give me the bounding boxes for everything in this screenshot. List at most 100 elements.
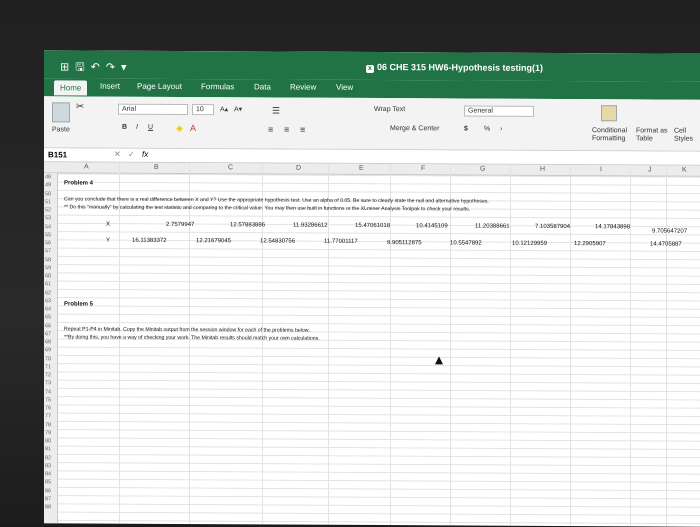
row-header[interactable]: 66 — [45, 323, 51, 329]
label-x[interactable]: X — [106, 222, 110, 228]
row-header[interactable]: 73 — [45, 381, 51, 387]
x-value-cell[interactable]: 12.57883886 — [230, 222, 265, 228]
row-header[interactable]: 60 — [45, 273, 51, 279]
row-header[interactable]: 67 — [45, 331, 51, 337]
row-header[interactable]: 78 — [45, 422, 51, 428]
row-header[interactable]: 64 — [45, 306, 51, 312]
row-header[interactable]: 53 — [45, 216, 51, 222]
percent-button[interactable]: % — [484, 126, 490, 133]
bold-button[interactable]: B — [122, 124, 127, 131]
underline-button[interactable]: U — [148, 124, 153, 131]
row-header[interactable]: 79 — [45, 430, 51, 436]
comma-style-button[interactable]: › — [500, 126, 502, 133]
decrease-font-button[interactable]: A▾ — [234, 105, 242, 113]
formula-confirm-icon[interactable]: ✓ — [128, 150, 135, 159]
name-box[interactable]: B151 — [48, 150, 67, 159]
y-value-cell[interactable]: 10.5547892 — [450, 240, 482, 246]
number-format-select[interactable]: General — [464, 105, 534, 117]
row-header[interactable]: 69 — [45, 348, 51, 354]
row-header[interactable]: 88 — [45, 504, 51, 510]
tab-view[interactable]: View — [336, 83, 353, 92]
column-header-a[interactable]: A — [84, 163, 89, 170]
cut-icon[interactable]: ✂ — [76, 101, 84, 112]
align-top-icon[interactable]: ☰ — [272, 105, 280, 116]
row-header[interactable]: 84 — [45, 471, 51, 477]
y-value-cell[interactable]: 12.21679045 — [196, 238, 231, 244]
column-header-i[interactable]: I — [600, 166, 602, 173]
column-header-h[interactable]: H — [540, 166, 545, 173]
row-header[interactable]: 72 — [45, 372, 51, 378]
wrap-text-button[interactable]: Wrap Text — [374, 106, 405, 113]
row-header[interactable]: 54 — [45, 224, 51, 230]
x-value-cell[interactable]: 7.103587904 — [535, 224, 570, 230]
row-header[interactable]: 87 — [45, 496, 51, 502]
y-value-cell[interactable]: 10.12129959 — [512, 241, 547, 247]
label-y[interactable]: Y — [106, 238, 110, 244]
row-header[interactable]: 85 — [45, 480, 51, 486]
quick-access-toolbar[interactable]: ⊞🖫↶↷▾ — [60, 58, 133, 77]
x-value-cell[interactable]: 10.4145109 — [416, 223, 448, 229]
column-header-j[interactable]: J — [648, 166, 652, 173]
row-header[interactable]: 83 — [45, 463, 51, 469]
row-header[interactable]: 55 — [45, 232, 51, 238]
paste-button[interactable]: Paste — [52, 126, 70, 133]
column-header-c[interactable]: C — [228, 164, 233, 171]
italic-button[interactable]: I — [136, 124, 138, 131]
y-value-cell[interactable]: 12.54830756 — [260, 238, 295, 244]
y-value-cell[interactable]: 14.4705887 — [650, 241, 682, 247]
tab-insert[interactable]: Insert — [100, 82, 120, 91]
font-color-icon[interactable]: A — [190, 123, 196, 133]
y-value-cell[interactable]: 16.11383372 — [132, 238, 167, 244]
tab-formulas[interactable]: Formulas — [201, 82, 234, 91]
x-value-cell[interactable]: 9.705647207 — [652, 228, 687, 234]
problem5-title[interactable]: Problem 5 — [64, 301, 93, 307]
row-header[interactable]: 61 — [45, 282, 51, 288]
row-header[interactable]: 49 — [45, 183, 51, 189]
row-header[interactable]: 48 — [45, 174, 51, 180]
x-value-cell[interactable]: 11.20388661 — [475, 224, 510, 230]
row-header[interactable]: 86 — [45, 488, 51, 494]
conditional-formatting-icon[interactable] — [601, 105, 617, 122]
tab-data[interactable]: Data — [254, 82, 271, 91]
y-value-cell[interactable]: 9.905112875 — [387, 240, 422, 246]
customize-dropdown-icon[interactable]: ▾ — [121, 62, 133, 74]
row-header[interactable]: 71 — [45, 364, 51, 370]
problem5-text-line1[interactable]: Repeat P1-P4 in Minitab. Copy the Minita… — [64, 326, 310, 333]
save-icon[interactable]: 🖫 — [75, 61, 90, 73]
font-name-select[interactable]: Arial — [118, 103, 188, 116]
fill-color-icon[interactable]: ◈ — [176, 123, 183, 134]
problem4-title[interactable]: Problem 4 — [64, 180, 93, 186]
row-header[interactable]: 50 — [45, 191, 51, 197]
row-header[interactable]: 65 — [45, 315, 51, 321]
y-value-cell[interactable]: 12.2905907 — [574, 241, 606, 247]
column-header-f[interactable]: F — [421, 165, 425, 172]
tab-home[interactable]: Home — [54, 80, 88, 96]
column-header-b[interactable]: B — [154, 164, 159, 171]
tab-page-layout[interactable]: Page Layout — [137, 82, 182, 91]
row-header[interactable]: 59 — [45, 265, 51, 271]
merge-center-button[interactable]: Merge & Center — [390, 125, 439, 132]
row-header[interactable]: 77 — [45, 414, 51, 420]
currency-button[interactable]: $ — [464, 125, 468, 132]
paste-icon[interactable] — [52, 102, 70, 123]
increase-font-button[interactable]: A▴ — [220, 105, 228, 113]
row-header[interactable]: 80 — [45, 438, 51, 444]
row-header[interactable]: 51 — [45, 199, 51, 205]
cell-styles-button[interactable]: Cell Styles — [674, 128, 698, 144]
row-header[interactable]: 56 — [45, 240, 51, 246]
row-header[interactable]: 81 — [45, 447, 51, 453]
column-header-k[interactable]: K — [682, 167, 687, 174]
x-value-cell[interactable]: 14.17843898 — [595, 224, 630, 230]
redo-icon[interactable]: ↷ — [106, 62, 121, 74]
row-header[interactable]: 76 — [45, 405, 51, 411]
row-header[interactable]: 70 — [45, 356, 51, 362]
x-value-cell[interactable]: 15.47061018 — [355, 223, 390, 229]
column-header-e[interactable]: E — [359, 165, 364, 172]
row-header[interactable]: 52 — [45, 207, 51, 213]
conditional-formatting-button[interactable]: Conditional Formatting — [592, 127, 632, 143]
sidebar-toggle-icon[interactable]: ⊞ — [60, 61, 75, 73]
fx-icon[interactable]: fx — [142, 150, 148, 159]
formula-cancel-icon[interactable]: ✕ — [114, 150, 121, 159]
format-as-table-button[interactable]: Format as Table — [636, 127, 670, 143]
row-header[interactable]: 68 — [45, 339, 51, 345]
